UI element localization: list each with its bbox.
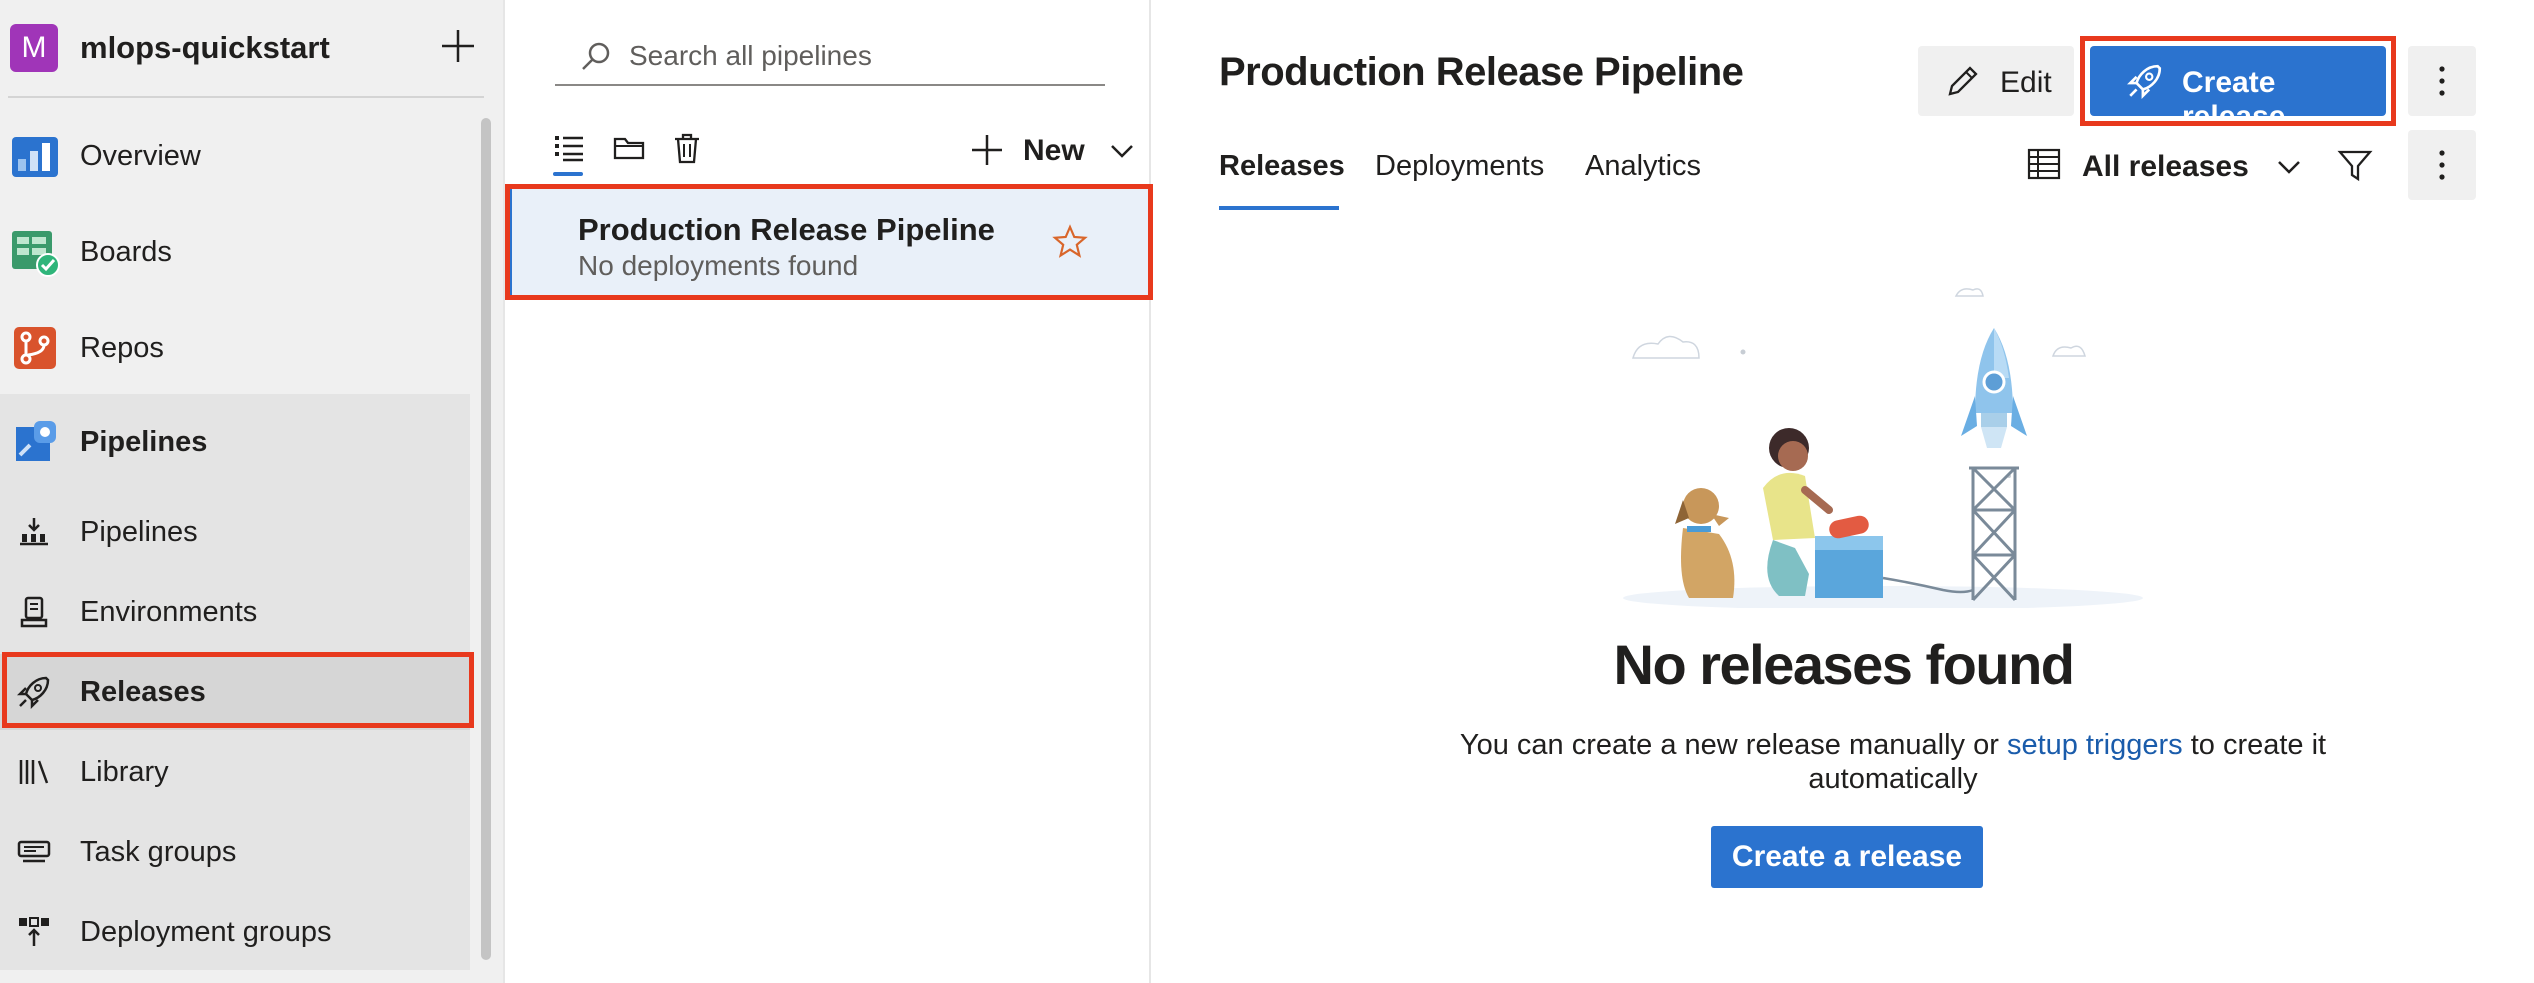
- new-button-label: New: [1023, 134, 1085, 167]
- sub-nav-label: Environments: [80, 595, 258, 628]
- trash-icon[interactable]: [669, 130, 705, 166]
- active-tab-indicator: [1219, 206, 1339, 210]
- all-releases-selector[interactable]: All releases: [2026, 140, 2326, 190]
- repos-icon: [14, 327, 56, 369]
- sub-nav-item-task-groups[interactable]: Task groups: [0, 814, 470, 890]
- empty-state-title: No releases found: [1613, 633, 2075, 696]
- sub-nav-label: Deployment groups: [80, 915, 332, 948]
- nav-item-label: Boards: [80, 235, 172, 268]
- pipelines-list-icon: [20, 518, 48, 546]
- nav-item-pipelines[interactable]: Pipelines: [0, 404, 470, 480]
- nav-item-overview[interactable]: Overview: [0, 118, 470, 194]
- environments-icon: [20, 596, 48, 628]
- deployment-groups-icon: [19, 917, 49, 946]
- project-header: M mlops-quickstart: [0, 0, 485, 96]
- left-navigation: M mlops-quickstart Overview Boards Repos…: [0, 0, 505, 983]
- sub-nav-item-library[interactable]: Library: [0, 734, 470, 810]
- releases-highlight: [2, 652, 474, 728]
- sub-nav-label: Library: [80, 755, 169, 788]
- sub-nav-label: Task groups: [80, 835, 237, 868]
- more-vertical-icon: [2439, 66, 2445, 96]
- search-input[interactable]: [629, 36, 1089, 76]
- more-actions-button[interactable]: [2408, 46, 2476, 116]
- pipeline-highlight: [505, 184, 1153, 300]
- list-view-icon[interactable]: [551, 130, 587, 166]
- table-icon: [2027, 148, 2061, 180]
- nav-item-label: Repos: [80, 331, 164, 364]
- sub-nav-label: Pipelines: [80, 515, 198, 548]
- pencil-icon: [1948, 66, 1978, 96]
- nav-scrollbar[interactable]: [481, 118, 491, 960]
- pipelines-list-panel: New Production Release Pipeline No deplo…: [505, 0, 1153, 983]
- sub-nav-item-deployment-groups[interactable]: Deployment groups: [0, 894, 470, 970]
- pipelines-icon: [16, 421, 56, 461]
- rocket-launch-illustration: [1623, 288, 2143, 608]
- plus-icon: [972, 135, 1002, 165]
- setup-triggers-link[interactable]: setup triggers: [2007, 729, 2183, 761]
- new-button[interactable]: New: [963, 124, 1143, 176]
- overview-icon: [12, 137, 58, 177]
- task-groups-icon: [17, 840, 51, 863]
- empty-state-description: You can create a new release manually or…: [1373, 728, 2413, 796]
- create-release-highlight: [2080, 36, 2396, 126]
- chevron-down-icon: [1111, 145, 1133, 158]
- chevron-down-icon: [2278, 161, 2300, 174]
- sub-nav-item-pipelines[interactable]: Pipelines: [0, 494, 470, 570]
- description-text: You can create a new release manually or: [1459, 729, 2007, 761]
- edit-button[interactable]: Edit: [1918, 46, 2074, 116]
- folder-icon[interactable]: [611, 130, 647, 166]
- library-icon: [19, 760, 49, 784]
- filter-icon[interactable]: [2336, 146, 2374, 184]
- sub-nav-item-environments[interactable]: Environments: [0, 574, 470, 650]
- view-options-button[interactable]: [2408, 130, 2476, 200]
- boards-icon: [12, 231, 60, 277]
- page-title: Production Release Pipeline: [1219, 50, 1744, 94]
- search-box[interactable]: [555, 30, 1105, 86]
- project-name[interactable]: mlops-quickstart: [80, 30, 330, 66]
- nav-item-label: Overview: [80, 139, 201, 172]
- nav-item-boards[interactable]: Boards: [0, 214, 470, 290]
- nav-item-repos[interactable]: Repos: [0, 310, 470, 386]
- tab-deployments[interactable]: Deployments: [1375, 150, 1544, 183]
- tab-analytics[interactable]: Analytics: [1585, 150, 1701, 183]
- divider: [8, 96, 484, 98]
- nav-item-label: Pipelines: [80, 425, 208, 458]
- create-a-release-button[interactable]: Create a release: [1711, 826, 1983, 888]
- project-avatar[interactable]: M: [10, 24, 58, 72]
- active-view-indicator: [553, 172, 583, 176]
- tab-releases[interactable]: Releases: [1219, 150, 1345, 183]
- add-icon[interactable]: [436, 24, 480, 68]
- search-icon: [582, 42, 610, 70]
- release-pipeline-content: Production Release Pipeline Edit Create …: [1153, 0, 2534, 983]
- more-vertical-icon: [2439, 150, 2445, 180]
- edit-button-label: Edit: [2000, 66, 2052, 99]
- view-selector-label: All releases: [2082, 150, 2249, 183]
